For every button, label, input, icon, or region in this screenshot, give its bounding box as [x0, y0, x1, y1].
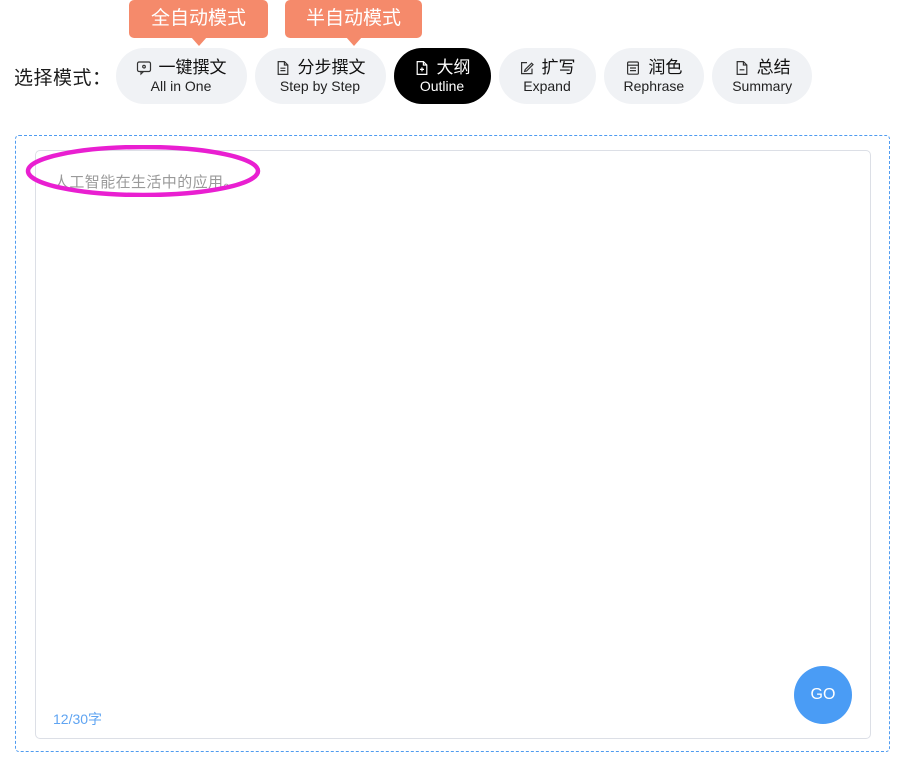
mode-button-rephrase-top: 润色 [625, 59, 682, 76]
mode-button-step-by-step-cn: 分步撰文 [297, 58, 366, 77]
badge-all-in-one-label: 全自动模式 [150, 8, 246, 29]
mode-button-rephrase[interactable]: 润色 Rephrase [603, 48, 705, 104]
badge-step-by-step-arrow-icon [345, 37, 362, 46]
character-counter: 12/30字 [53, 711, 103, 727]
mode-button-step-by-step-en: Step by Step [279, 78, 361, 94]
badge-all-in-one: 全自动模式 [129, 0, 268, 46]
list-lines-icon [625, 60, 641, 76]
mode-button-all-in-one-en: All in One [150, 78, 212, 94]
mode-button-outline-en: Outline [419, 78, 465, 94]
badge-step-by-step: 半自动模式 [285, 0, 422, 46]
editor-panel: 人工智能在生活中的应用。 12/30字 GO [15, 135, 890, 752]
mode-button-expand-cn: 扩写 [541, 58, 576, 77]
mode-button-outline[interactable]: 大纲 Outline [393, 48, 491, 104]
document-icon [275, 60, 291, 76]
file-icon [734, 60, 750, 76]
go-button-label: GO [810, 686, 836, 703]
mode-button-summary-top: 总结 [734, 59, 791, 76]
prompt-text-value: 人工智能在生活中的应用。 [54, 174, 239, 191]
badge-all-in-one-arrow-icon [190, 37, 207, 46]
mode-button-all-in-one-top: 一键撰文 [136, 59, 227, 76]
mode-button-summary-cn: 总结 [756, 58, 791, 77]
file-plus-icon [414, 60, 430, 76]
mode-button-expand-top: 扩写 [519, 59, 576, 76]
comment-dot-icon [136, 60, 152, 76]
mode-button-all-in-one-cn: 一键撰文 [158, 58, 227, 77]
mode-button-outline-top: 大纲 [414, 59, 471, 76]
mode-button-expand[interactable]: 扩写 Expand [498, 48, 596, 104]
go-button[interactable]: GO [794, 666, 852, 724]
mode-button-step-by-step-top: 分步撰文 [275, 59, 366, 76]
mode-button-all-in-one[interactable]: 一键撰文 All in One [115, 48, 247, 104]
mode-button-rephrase-cn: 润色 [648, 58, 683, 77]
mode-button-expand-en: Expand [523, 78, 571, 94]
edit-square-icon [519, 60, 535, 76]
badge-step-by-step-label: 半自动模式 [305, 8, 401, 29]
mode-button-summary-en: Summary [732, 78, 793, 94]
mode-button-rephrase-en: Rephrase [623, 78, 685, 94]
mode-selector-label: 选择模式： [14, 67, 112, 89]
mode-button-summary[interactable]: 总结 Summary [712, 48, 813, 104]
mode-button-step-by-step[interactable]: 分步撰文 Step by Step [254, 48, 386, 104]
mode-button-outline-cn: 大纲 [436, 58, 471, 77]
prompt-textarea[interactable]: 人工智能在生活中的应用。 12/30字 GO [35, 150, 871, 739]
mode-selector-row: 选择模式： 一键撰文 All in One 分步撰文 Step by Step … [0, 46, 905, 106]
